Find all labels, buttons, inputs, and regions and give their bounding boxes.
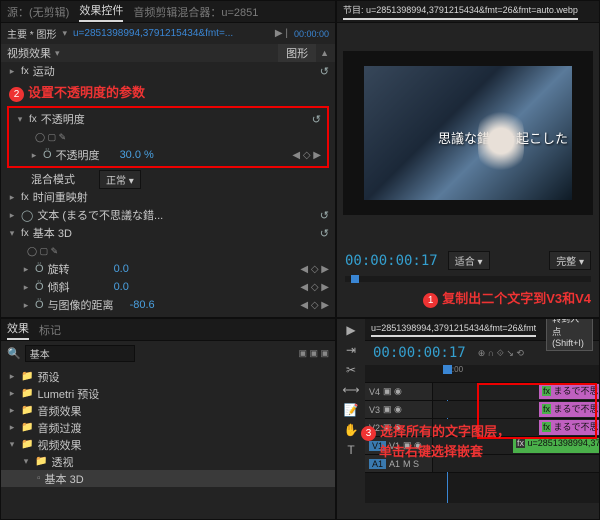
scrubber-handle[interactable] [351, 275, 359, 283]
program-tab[interactable]: 节目: u=2851398994,3791215434&fmt=26&fmt=a… [343, 3, 578, 20]
program-timecode[interactable]: 00:00:00:17 [345, 253, 438, 269]
blend-mode-dropdown[interactable]: 正常 ▾ [99, 170, 141, 189]
callout-badge-3: 3 [361, 426, 376, 441]
folder-video-fx[interactable]: 视频效果 [37, 437, 81, 453]
effects-panel: 效果 标记 🔍 ▣ ▣ ▣ ▸📁预设 ▸📁Lumetri 预设 ▸📁音频效果 ▸… [0, 318, 336, 520]
pen-tool-icon[interactable]: 📝 [344, 403, 359, 417]
callout-3-text-l2: 单击右键选择嵌套 [379, 444, 483, 459]
fx-opacity[interactable]: 不透明度 [41, 111, 85, 127]
resolution-dropdown[interactable]: 完整 ▾ [549, 251, 591, 270]
master-label: 主要 * 图形 [7, 26, 56, 41]
preview-overlay-text: 思議な錯覚を起こした [438, 128, 568, 147]
timeline-panel: ▶ ⇥ ✂ ⟷ 📝 ✋ T u=2851398994,3791215434&fm… [336, 318, 600, 520]
callout-3-text-l1: 选择所有的文字图层， [380, 424, 510, 439]
timeline-toolbar: ▶ ⇥ ✂ ⟷ 📝 ✋ T [337, 319, 365, 519]
effects-search-input[interactable] [25, 345, 135, 362]
fx-motion[interactable]: 运动 [33, 63, 55, 79]
timeline-tab-graphic[interactable]: 图形 [278, 44, 316, 62]
opacity-label[interactable]: 不透明度 [56, 147, 100, 163]
tab-effect-controls[interactable]: 效果控件 [79, 2, 123, 22]
tab-source[interactable]: 源：(无剪辑) [7, 4, 69, 20]
tab-effects[interactable]: 效果 [7, 320, 29, 340]
callout-1-text: 复制出二个文字到V3和V4 [442, 291, 591, 306]
search-icon[interactable]: 🔍 [7, 347, 21, 360]
program-preview[interactable]: 思議な錯覚を起こした [343, 51, 593, 215]
hand-tool-icon[interactable]: ✋ [344, 423, 359, 437]
callout-badge-2: 2 [9, 87, 24, 102]
clip-v3[interactable]: fx まるで不思議な錯覚を起 [539, 402, 599, 417]
source-link[interactable]: u=2851398994,3791215434&fmt=... [73, 28, 233, 39]
clip-v2[interactable]: fx まるで不思議な錯覚を起 [539, 420, 599, 435]
blend-mode-label: 混合模式 [31, 171, 75, 187]
clip-v1[interactable]: fx u=2851398994,37912154 [513, 438, 599, 453]
opacity-value[interactable]: 30.0 % [120, 149, 154, 161]
fit-dropdown[interactable]: 适合 ▾ [448, 251, 490, 270]
track-header-v3[interactable]: V3 [369, 405, 380, 415]
distance-value[interactable]: -80.6 [130, 299, 155, 311]
callout-badge-1: 1 [423, 293, 438, 308]
mini-timecode: 00:00:00 [294, 29, 329, 39]
param-tilt[interactable]: 倾斜 [48, 279, 70, 295]
param-distance[interactable]: 与图像的距离 [48, 297, 114, 313]
effect-controls-panel: 源：(无剪辑) 效果控件 音频剪辑混合器：u=2851 主要 * 图形 ▾ u=… [0, 0, 336, 318]
fx-text[interactable]: 文本 (まるで不思議な錯... [37, 207, 163, 223]
param-rotation[interactable]: 旋转 [48, 261, 70, 277]
section-video-effects: 视频效果 [7, 45, 51, 61]
program-monitor-panel: 节目: u=2851398994,3791215434&fmt=26&fmt=a… [336, 0, 600, 318]
tab-audio-mixer[interactable]: 音频剪辑混合器：u=2851 [133, 4, 258, 20]
folder-audio-fx[interactable]: 音频效果 [37, 403, 81, 419]
folder-audio-trans[interactable]: 音频过渡 [37, 420, 81, 436]
ripple-tool-icon[interactable]: ✂ [346, 363, 356, 377]
sequence-tab[interactable]: u=2851398994,3791215434&fmt=26&fmt [371, 323, 536, 337]
folder-presets[interactable]: 预设 [37, 369, 59, 385]
fx-timeremap[interactable]: 时间重映射 [33, 189, 88, 205]
selection-tool-icon[interactable]: ▶ [346, 323, 355, 337]
type-tool-icon[interactable]: T [347, 443, 354, 457]
razor-tool-icon[interactable]: ⟷ [342, 383, 359, 397]
track-header-a1[interactable]: A1 [389, 459, 400, 469]
track-select-icon[interactable]: ⇥ [346, 343, 356, 357]
rotation-value[interactable]: 0.0 [114, 263, 129, 275]
reset-icon[interactable]: ↺ [312, 113, 321, 126]
effect-basic3d[interactable]: 基本 3D [45, 471, 84, 487]
keyframe-nav[interactable]: ◀ ◇ ▶ [292, 150, 321, 161]
time-ruler[interactable]: 00:00 [365, 365, 599, 383]
folder-perspective[interactable]: 透视 [51, 454, 73, 470]
reset-icon[interactable]: ↺ [320, 65, 329, 78]
clip-v4[interactable]: fx まるで不思議な錯覚を起 [539, 384, 599, 399]
playhead-marker[interactable] [443, 365, 452, 374]
fx-basic3d[interactable]: 基本 3D [33, 225, 72, 241]
tilt-value[interactable]: 0.0 [114, 281, 129, 293]
tab-markers[interactable]: 标记 [39, 322, 61, 338]
track-header-v4[interactable]: V4 [369, 387, 380, 397]
timeline-timecode[interactable]: 00:00:00:17 [373, 345, 466, 361]
folder-lumetri[interactable]: Lumetri 预设 [37, 386, 99, 402]
callout-2-text: 设置不透明度的参数 [28, 85, 145, 100]
